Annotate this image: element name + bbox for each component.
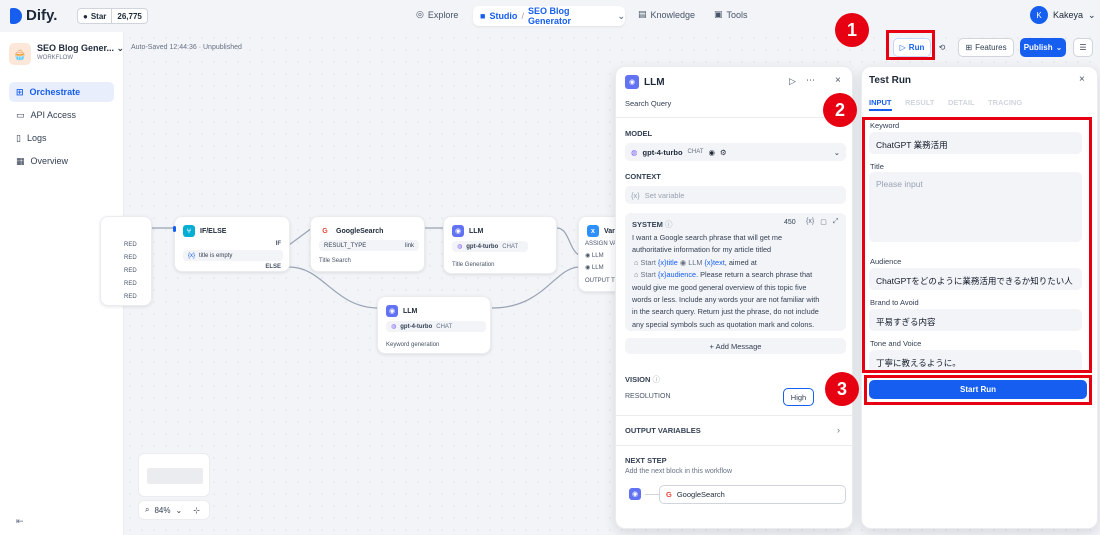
variable-icon: {x}	[631, 190, 640, 200]
zoom-control[interactable]: ⌕ 84% ⌄ ⊹	[138, 500, 210, 520]
current-app-name[interactable]: SEO Blog Generator	[528, 6, 614, 26]
publish-button[interactable]: Publish ⌄	[1020, 38, 1066, 57]
book-icon: ▤	[638, 9, 647, 19]
sidebar-item-api-access[interactable]: ▭ API Access	[9, 105, 114, 125]
google-search-node[interactable]: G GoogleSearch RESULT_TYPE link Title Sear…	[310, 216, 425, 272]
zoom-level: 84%	[154, 505, 171, 515]
highlight-start-run	[864, 375, 1092, 405]
help-icon: ⓘ	[664, 220, 673, 229]
dify-logo[interactable]: Dify.	[10, 7, 57, 24]
help-icon: ⓘ	[652, 375, 661, 384]
ifelse-node[interactable]: ⑂ IF/ELSE IF {x} title is empty ELSE	[173, 216, 290, 272]
checklist-icon[interactable]: ☰	[1073, 38, 1093, 57]
highlight-run-button	[886, 30, 935, 60]
star-count: 26,775	[117, 11, 142, 21]
chevron-down-icon: ⌄	[833, 147, 840, 157]
grid-icon: ⊞	[16, 86, 24, 97]
minimap[interactable]	[138, 453, 210, 497]
llm-icon: ◉	[629, 488, 641, 500]
terminal-icon: ▭	[16, 109, 25, 120]
google-icon: G	[666, 490, 672, 499]
llm-keyword-node[interactable]: ◉ LLM ◍ gpt-4-turbo CHAT Keyword generation	[377, 296, 491, 354]
output-variables-toggle[interactable]: OUTPUT VARIABLES	[625, 426, 701, 435]
close-icon[interactable]: ×	[835, 75, 841, 86]
insert-variable-icon[interactable]: {x}	[806, 218, 814, 226]
more-icon[interactable]: ⋯	[806, 75, 815, 86]
system-prompt-editor[interactable]: SYSTEM ⓘ 450 {x} ▢ ⤢ I want a Google searc…	[625, 213, 846, 331]
tab-input[interactable]: INPUT	[869, 98, 892, 107]
settings-icon[interactable]: ⚙	[720, 148, 727, 157]
github-star-button[interactable]: ● Star 26,775	[77, 8, 148, 24]
chevron-right-icon[interactable]: ›	[837, 425, 840, 435]
chevron-down-icon: ⌄	[175, 505, 183, 515]
llm-icon: ◉	[452, 225, 464, 237]
fit-view-icon[interactable]: ⊹	[193, 506, 200, 515]
run-node-icon[interactable]: ▷	[789, 76, 796, 87]
nav-explore[interactable]: ◎ Explore	[416, 9, 458, 20]
panel-title: LLM	[644, 76, 665, 88]
features-button[interactable]: ⊞ Features	[958, 38, 1014, 57]
document-icon: ▯	[16, 132, 21, 143]
dify-logo-icon	[10, 7, 22, 24]
sidebar-app-name[interactable]: SEO Blog Gener... ⌄	[37, 43, 124, 54]
eye-icon: ◉	[708, 147, 715, 157]
llm-icon: ◉	[625, 75, 639, 89]
llm-config-panel: ◉ LLM ▷ ⋯ × Search Query MODEL ◍ gpt-4-tu…	[615, 66, 854, 529]
token-count: 450	[784, 219, 796, 226]
nav-knowledge[interactable]: ▤ Knowledge	[638, 9, 695, 20]
features-icon: ⊞	[965, 43, 973, 52]
annotation-badge-1: 1	[835, 13, 869, 47]
node-description[interactable]: Search Query	[625, 99, 671, 108]
if-condition: {x} title is empty	[183, 250, 283, 261]
tab-tracing[interactable]: TRACING	[988, 98, 1022, 107]
chart-icon: ▦	[16, 155, 25, 166]
search-icon: ⌕	[145, 505, 150, 514]
github-icon: ●	[83, 11, 88, 21]
sidebar-app-type: WORKFLOW	[37, 55, 73, 61]
resolution-high-option[interactable]: High	[783, 388, 814, 406]
chevron-down-icon: ⌄	[1055, 43, 1063, 52]
history-icon[interactable]: ⟲	[934, 38, 950, 57]
add-message-button[interactable]: + Add Message	[625, 338, 846, 354]
avatar: K	[1030, 6, 1048, 24]
close-icon[interactable]: ×	[1079, 74, 1085, 85]
google-icon: G	[319, 225, 331, 237]
nav-studio[interactable]: ■ Studio / SEO Blog Generator ⌄	[473, 6, 625, 26]
user-menu[interactable]: K Kakeya ⌄	[1030, 6, 1096, 24]
chevron-down-icon: ⌄	[1088, 9, 1096, 20]
studio-icon: ■	[480, 11, 486, 21]
toolbox-icon: ▣	[714, 9, 723, 19]
annotation-badge-3: 3	[825, 372, 859, 406]
expand-icon[interactable]: ⤢	[833, 218, 839, 226]
compass-icon: ◎	[416, 9, 424, 19]
tab-result[interactable]: RESULT	[905, 98, 934, 107]
tab-detail[interactable]: DETAIL	[948, 98, 975, 107]
variable-icon: x	[587, 225, 599, 237]
sidebar-item-logs[interactable]: ▯ Logs	[9, 128, 114, 148]
copy-icon[interactable]: ▢	[820, 218, 827, 226]
llm-icon: ◉	[386, 305, 398, 317]
highlight-input-fields	[862, 117, 1092, 373]
sidebar-item-overview[interactable]: ▦ Overview	[9, 151, 114, 171]
app-icon: 🧁	[9, 43, 31, 65]
next-node-googlesearch[interactable]: G GoogleSearch	[659, 485, 846, 504]
branch-icon: ⑂	[183, 225, 195, 237]
start-node[interactable]: RED RED RED RED RED	[100, 216, 152, 306]
test-run-title: Test Run	[869, 75, 912, 86]
sidebar-item-orchestrate[interactable]: ⊞ Orchestrate	[9, 82, 114, 102]
llm-title-node[interactable]: ◉ LLM ◍ gpt-4-turbo CHAT Title Generation	[443, 216, 557, 274]
annotation-badge-2: 2	[823, 93, 857, 127]
context-variable-select[interactable]: {x} Set variable	[625, 186, 846, 204]
autosave-status: Auto-Saved 12:44:36 · Unpublished	[131, 44, 242, 51]
model-icon: ◍	[631, 147, 638, 157]
chevron-down-icon: ⌄	[617, 10, 625, 21]
nav-tools[interactable]: ▣ Tools	[714, 9, 748, 20]
collapse-sidebar-icon[interactable]: ⇤	[16, 516, 24, 527]
model-selector[interactable]: ◍ gpt-4-turbo CHAT ◉ ⚙ ⌄	[625, 143, 846, 161]
system-prompt-text: I want a Google search phrase that will …	[632, 233, 820, 329]
